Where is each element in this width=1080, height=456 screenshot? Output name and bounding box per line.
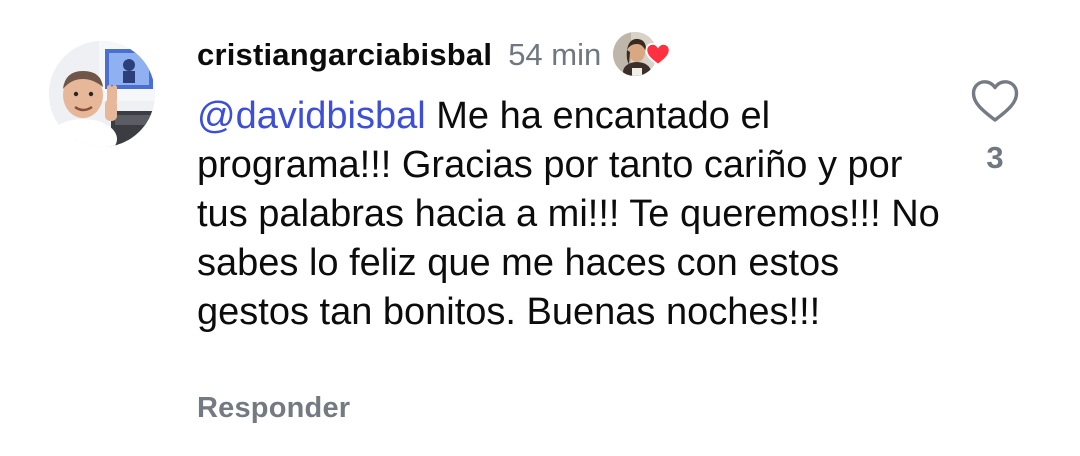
comment: cristiangarciabisbal 54 min @davidbisbal… (0, 0, 1080, 456)
like-count: 3 (986, 140, 1004, 175)
commenter-username[interactable]: cristiangarciabisbal (197, 37, 492, 73)
like-button[interactable] (970, 78, 1020, 124)
heart-filled-icon (645, 42, 671, 66)
comment-body: @davidbisbal Me ha encantado el programa… (197, 92, 957, 337)
comment-timestamp: 54 min (508, 37, 602, 72)
commenter-avatar[interactable] (49, 41, 155, 147)
mention-link[interactable]: @davidbisbal (197, 95, 426, 137)
reply-button[interactable]: Responder (197, 392, 350, 425)
commenter-avatar-image (49, 41, 155, 147)
comment-header: cristiangarciabisbal 54 min (197, 30, 675, 80)
heart-outline-icon (971, 80, 1019, 122)
creator-liked-badge (613, 30, 675, 80)
